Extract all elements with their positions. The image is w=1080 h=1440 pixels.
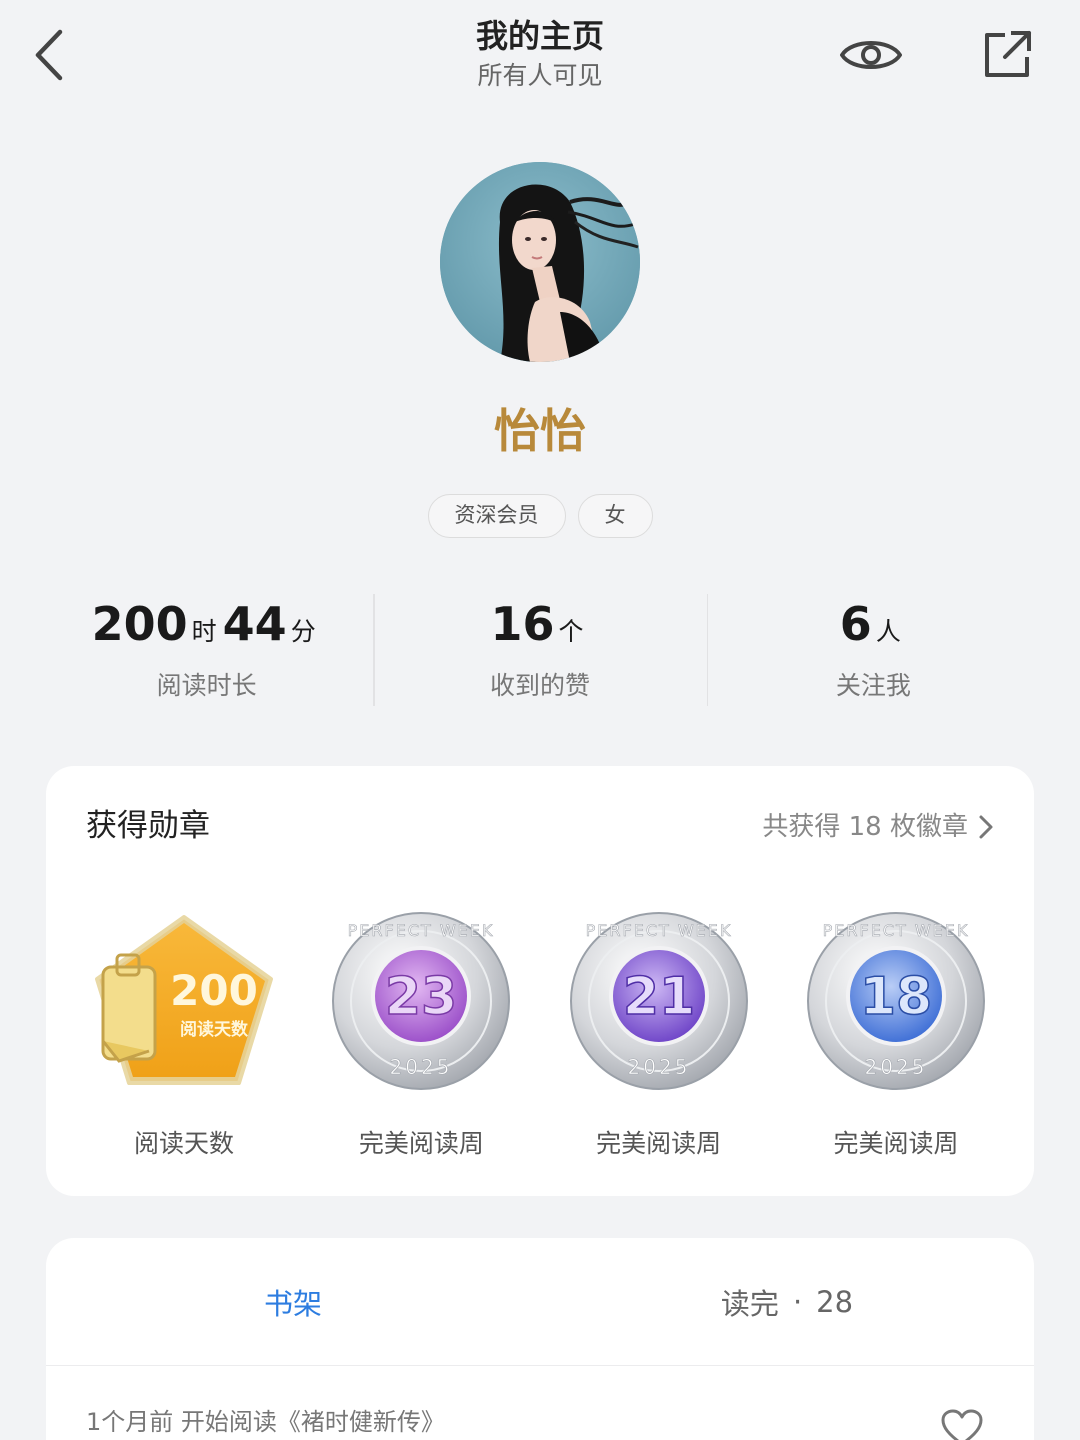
tab-finished[interactable]: 读完 · 28 [540, 1238, 1034, 1365]
stat-reading-time-value: 200 时 44 分 [40, 594, 373, 654]
badge-year: 2025 [390, 1055, 453, 1079]
avatar[interactable] [440, 162, 640, 362]
tag-member-level[interactable]: 资深会员 [427, 494, 566, 538]
stat-reading-time[interactable]: 200 时 44 分 阅读时长 [40, 594, 373, 706]
avatar-photo [440, 162, 640, 362]
medal-name: 阅读天数 [133, 1129, 234, 1158]
stat-reading-time-label: 阅读时长 [156, 671, 257, 700]
badge-year: 2025 [627, 1055, 690, 1079]
title-block: 我的主页 所有人可见 [340, 14, 740, 94]
stat-followers[interactable]: 6人 关注我 [706, 594, 1040, 706]
medal-name: 完美阅读周 [833, 1129, 959, 1158]
perfect-week-coin-icon: 23 PERFECT WEEK 2025 [332, 912, 511, 1090]
medal-item[interactable]: 21 PERFECT WEEK 2025 完美阅读周 [541, 906, 777, 1164]
hours-unit: 时 [191, 617, 217, 646]
medal-badge: 18 PERFECT WEEK 2025 [778, 906, 1014, 1096]
badge-ring-text: PERFECT WEEK [585, 921, 732, 940]
tab-bookshelf[interactable]: 书架 [46, 1238, 540, 1365]
followers-count: 6 [839, 597, 872, 651]
stat-followers-label: 关注我 [835, 671, 911, 700]
medal-item[interactable]: 23 PERFECT WEEK 2025 完美阅读周 [303, 906, 539, 1164]
likes-count: 16 [490, 597, 555, 651]
tab-bookshelf-label: 书架 [263, 1286, 322, 1321]
badge-number: 200 [170, 966, 258, 1015]
stat-followers-value: 6人 [707, 594, 1040, 654]
perfect-week-coin-icon: 18 PERFECT WEEK 2025 [806, 912, 985, 1090]
medal-item[interactable]: 18 PERFECT WEEK 2025 完美阅读周 [778, 906, 1014, 1164]
stats-row: 200 时 44 分 阅读时长 16 个 收到的赞 6人 关注我 [40, 594, 1040, 706]
badge-number: 23 [385, 967, 457, 1027]
minutes-unit: 分 [290, 617, 316, 646]
profile-tags: 资深会员 女 [0, 494, 1080, 538]
activity-text: 1个月前 开始阅读《褚时健新传》 [86, 1408, 445, 1436]
medals-card: 获得勋章 共获得 18 枚徽章 200 阅读天数 阅读天数 23 PERFECT… [46, 766, 1034, 1196]
likes-unit: 个 [558, 617, 584, 646]
stat-likes-label: 收到的赞 [489, 671, 590, 700]
eye-icon [840, 41, 902, 69]
visibility-button[interactable] [836, 30, 906, 80]
stat-likes[interactable]: 16 个 收到的赞 [373, 594, 706, 706]
tag-gender[interactable]: 女 [577, 494, 653, 538]
medal-badge: 23 PERFECT WEEK 2025 [303, 906, 539, 1096]
chevron-left-icon [35, 29, 63, 81]
followers-unit: 人 [875, 617, 901, 646]
medals-more-link[interactable]: 共获得 18 枚徽章 [762, 808, 994, 846]
badge-year: 2025 [865, 1055, 928, 1079]
medal-name: 完美阅读周 [358, 1129, 484, 1158]
reading-minutes: 44 [222, 597, 287, 651]
medal-badge: 21 PERFECT WEEK 2025 [541, 906, 777, 1096]
medal-item[interactable]: 200 阅读天数 阅读天数 [66, 906, 302, 1164]
badge-ring-text: PERFECT WEEK [348, 921, 495, 940]
medals-title: 获得勋章 [86, 808, 210, 844]
external-share-icon [985, 31, 1031, 77]
tab-bar: 书架 读完 · 28 [46, 1238, 1034, 1366]
perfect-week-coin-icon: 21 PERFECT WEEK 2025 [569, 912, 748, 1090]
reading-days-badge-icon: 200 阅读天数 [95, 915, 273, 1085]
badge-ring-text: PERFECT WEEK [823, 921, 970, 940]
tab-finished-count: 28 [816, 1284, 854, 1319]
badge-caption: 阅读天数 [180, 1019, 249, 1040]
medal-name: 完美阅读周 [596, 1129, 722, 1158]
reading-hours: 200 [91, 597, 188, 651]
stat-likes-value: 16 个 [373, 594, 706, 654]
badge-number: 21 [622, 967, 694, 1027]
top-bar: 我的主页 所有人可见 [0, 0, 1080, 110]
like-button[interactable] [940, 1408, 984, 1440]
medals-count-text: 共获得 18 枚徽章 [762, 812, 968, 842]
chevron-right-icon [979, 815, 993, 839]
back-button[interactable] [24, 26, 74, 84]
username: 怡怡 [494, 404, 586, 458]
bookshelf-card: 书架 读完 · 28 1个月前 开始阅读《褚时健新传》 [46, 1238, 1034, 1440]
medal-badge: 200 阅读天数 [66, 906, 302, 1096]
page-title: 我的主页 [475, 17, 604, 55]
visibility-subtitle: 所有人可见 [477, 61, 603, 90]
medals-list: 200 阅读天数 阅读天数 23 PERFECT WEEK 2025 完美阅读周… [66, 906, 1014, 1164]
badge-number: 18 [860, 967, 932, 1027]
tab-finished-label: 读完 [720, 1286, 779, 1321]
heart-outline-icon [941, 1409, 983, 1440]
tab-separator: · [792, 1284, 803, 1319]
share-button[interactable] [978, 26, 1036, 84]
